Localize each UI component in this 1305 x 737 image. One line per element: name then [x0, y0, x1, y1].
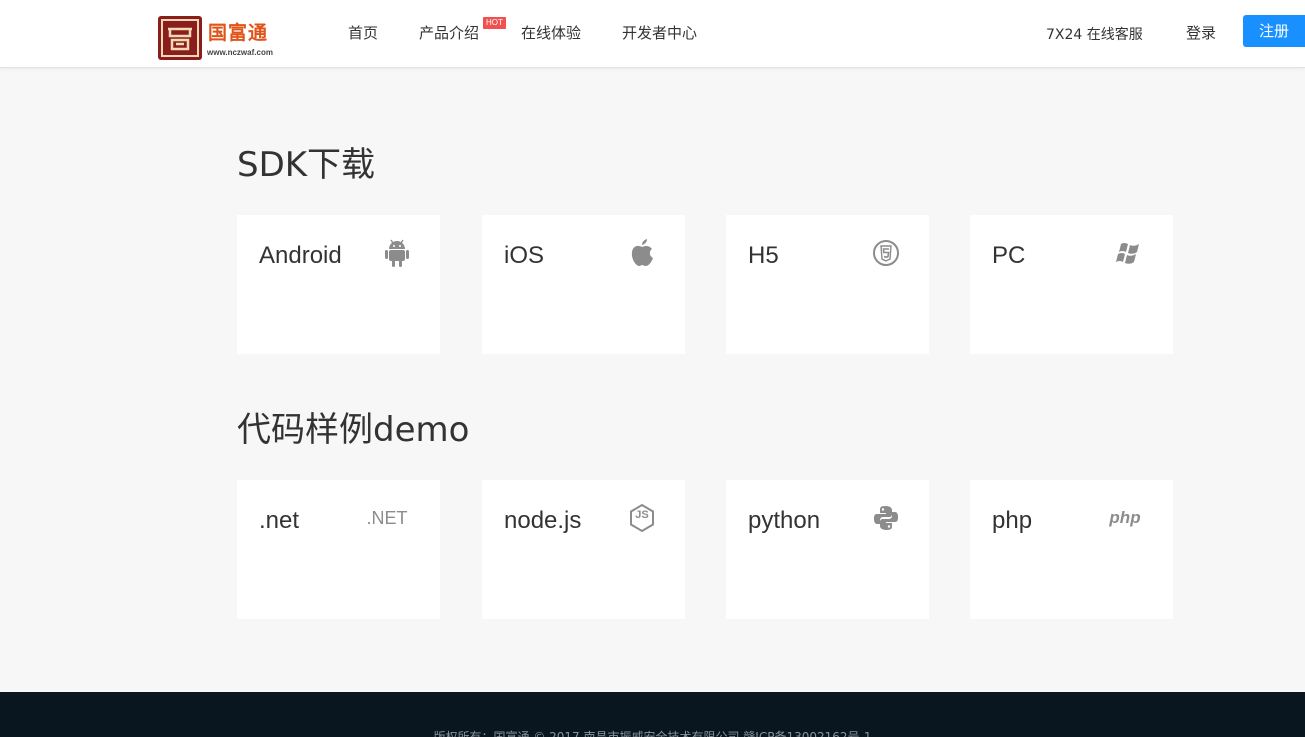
card-label: H5	[748, 242, 779, 269]
python-icon	[871, 502, 901, 534]
demo-section-title: 代码样例demo	[237, 410, 470, 450]
card-label: php	[992, 507, 1033, 534]
logo-name: 国富通	[208, 22, 269, 44]
demo-card-dotnet[interactable]: .net .NET	[237, 480, 440, 619]
logo-url: www.nczwaf.com	[207, 48, 273, 57]
sdk-card-h5[interactable]: H5	[726, 215, 929, 354]
windows-icon	[1115, 237, 1145, 269]
footer-copyright: 版权所有：国富通 © 2017 南昌市振威安全技术有限公司 赣ICP备13002…	[433, 730, 872, 737]
sdk-card-ios[interactable]: iOS	[482, 215, 685, 354]
card-label: node.js	[504, 507, 582, 534]
dotnet-icon: .NET	[362, 502, 412, 534]
php-icon: php	[1105, 502, 1145, 534]
register-button[interactable]: 注册	[1243, 15, 1305, 47]
page-footer: 版权所有：国富通 © 2017 南昌市振威安全技术有限公司 赣ICP备13002…	[0, 692, 1305, 737]
nav-products[interactable]: 产品介绍	[419, 22, 479, 43]
card-label: .net	[259, 507, 300, 534]
demo-card-python[interactable]: python	[726, 480, 929, 619]
card-label: python	[748, 507, 821, 534]
apple-icon	[627, 237, 657, 269]
sdk-section-title: SDK下载	[237, 145, 376, 185]
site-logo[interactable]: 国富通 www.nczwaf.com	[158, 15, 283, 61]
demo-card-nodejs[interactable]: node.js JS	[482, 480, 685, 619]
nav-home[interactable]: 首页	[348, 22, 378, 43]
card-label: PC	[992, 242, 1026, 269]
nav-online-trial[interactable]: 在线体验	[521, 22, 581, 43]
nodejs-icon-text: JS	[635, 509, 649, 521]
logo-emblem-icon	[158, 16, 202, 60]
dotnet-icon-text: .NET	[366, 507, 408, 528]
php-icon-text: php	[1109, 508, 1141, 527]
nav-developer-center[interactable]: 开发者中心	[622, 22, 697, 43]
demo-card-php[interactable]: php php	[970, 480, 1173, 619]
html5-icon	[871, 237, 901, 269]
sdk-card-pc[interactable]: PC	[970, 215, 1173, 354]
card-label: iOS	[504, 242, 545, 269]
login-link[interactable]: 登录	[1186, 22, 1216, 43]
card-label: Android	[259, 242, 342, 269]
customer-service-link[interactable]: 7X24 在线客服	[1046, 24, 1143, 44]
android-icon	[382, 237, 412, 269]
top-header: 国富通 www.nczwaf.com 首页 产品介绍 HOT 在线体验 开发者中…	[0, 0, 1305, 68]
hot-badge: HOT	[483, 17, 506, 29]
sdk-card-android[interactable]: Android	[237, 215, 440, 354]
nodejs-icon: JS	[627, 502, 657, 534]
